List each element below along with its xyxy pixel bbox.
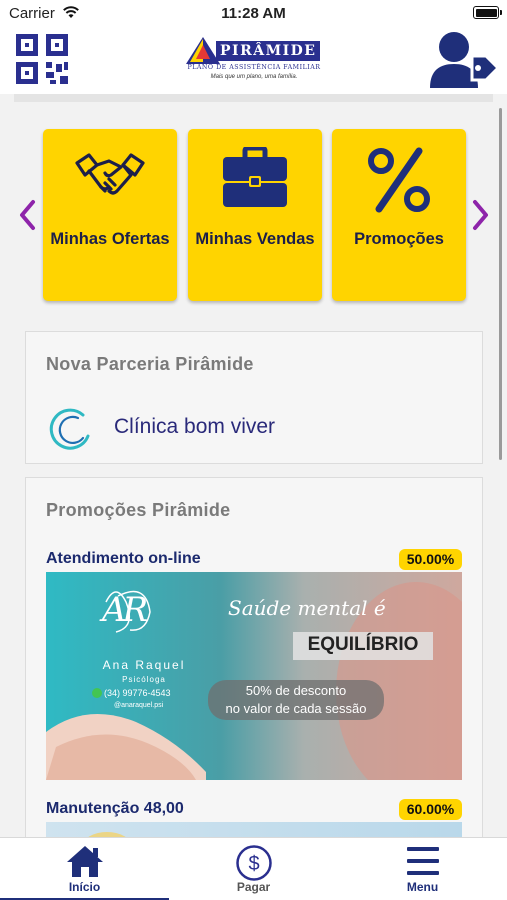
tab-label: Menu (406, 880, 439, 894)
header-divider (14, 94, 493, 102)
clock: 11:28 AM (221, 5, 286, 22)
qr-code-button[interactable] (16, 34, 70, 86)
partner-item[interactable]: Clínica bom viver (46, 402, 466, 454)
briefcase-icon (223, 147, 287, 207)
home-icon (66, 846, 103, 877)
promotions-title: Promoções Pirâmide (46, 500, 231, 520)
whatsapp-icon (92, 688, 102, 698)
partner-name: Clínica bom viver (114, 415, 276, 438)
piramide-logo: PIRÂMIDE PLANO DE ASSISTÊNCIA FAMILIAR M… (186, 35, 322, 87)
tile-label: Promoções (354, 230, 444, 248)
discount-badge: 50.00% (399, 549, 462, 570)
banner-headline: Saúde mental é (228, 596, 386, 620)
banner-offer-line2: no valor de cada sessão (225, 701, 367, 716)
banner-name: Ana Raquel (102, 658, 186, 672)
partnership-card: Nova Parceria Pirâmide Clínica bom viver (25, 331, 483, 464)
banner-handle: @anaraquel.psi (114, 702, 164, 709)
promo-item-title[interactable]: Manutenção 48,00 (46, 800, 184, 818)
carousel-prev-button[interactable] (18, 198, 38, 232)
tab-pagar[interactable]: $ Pagar (169, 838, 338, 900)
percent-icon (368, 147, 430, 213)
banner-initials: AR (102, 590, 148, 630)
promotions-card: Promoções Pirâmide Atendimento on-line 5… (25, 477, 483, 857)
hamburger-menu-icon (406, 847, 439, 875)
logo-subtitle: PLANO DE ASSISTÊNCIA FAMILIAR (187, 64, 321, 71)
partner-logo-icon (49, 408, 90, 450)
dollar-icon: $ (235, 845, 272, 881)
logo-wordmark: PIRÂMIDE (216, 41, 320, 61)
tile-label: Minhas Vendas (195, 230, 315, 248)
bottom-tab-bar: Início $ Pagar Menu (0, 837, 507, 900)
partnership-title: Nova Parceria Pirâmide (46, 354, 254, 374)
promo-banner[interactable]: AR Ana Raquel Psicóloga (34) 99776-4543 … (46, 572, 462, 780)
banner-offer-line1: 50% de desconto (245, 683, 347, 698)
app-header: PIRÂMIDE PLANO DE ASSISTÊNCIA FAMILIAR M… (0, 28, 507, 94)
handshake-icon (75, 153, 145, 195)
discount-badge: 60.00% (399, 799, 462, 820)
pyramid-logo-mark (186, 37, 220, 64)
svg-text:$: $ (248, 853, 259, 875)
qr-code-icon (16, 34, 68, 84)
chevron-left-icon (20, 200, 35, 230)
status-bar: Carrier 11:28 AM (0, 0, 507, 28)
carousel-next-button[interactable] (470, 198, 490, 232)
scrollbar[interactable] (499, 108, 502, 460)
banner-highlight: EQUILÍBRIO (307, 634, 419, 655)
tab-menu[interactable]: Menu (338, 838, 507, 900)
chevron-right-icon (473, 200, 488, 230)
logo-tagline: Mais que um plano, uma família. (210, 74, 298, 80)
tile-minhas-vendas[interactable]: Minhas Vendas (188, 129, 322, 301)
tab-label: Início (68, 880, 101, 894)
tab-label: Pagar (236, 880, 271, 894)
tile-label: Minhas Ofertas (50, 230, 170, 248)
tile-promocoes[interactable]: Promoções (332, 129, 466, 301)
profile-button[interactable] (428, 30, 501, 88)
tab-inicio[interactable]: Início (0, 838, 169, 900)
banner-phone: (34) 99776-4543 (104, 688, 171, 698)
user-tag-icon (430, 32, 501, 88)
banner-role: Psicóloga (122, 675, 166, 684)
battery-icon (473, 6, 502, 19)
promo-item-title[interactable]: Atendimento on-line (46, 550, 201, 568)
tile-minhas-ofertas[interactable]: Minhas Ofertas (43, 129, 177, 301)
